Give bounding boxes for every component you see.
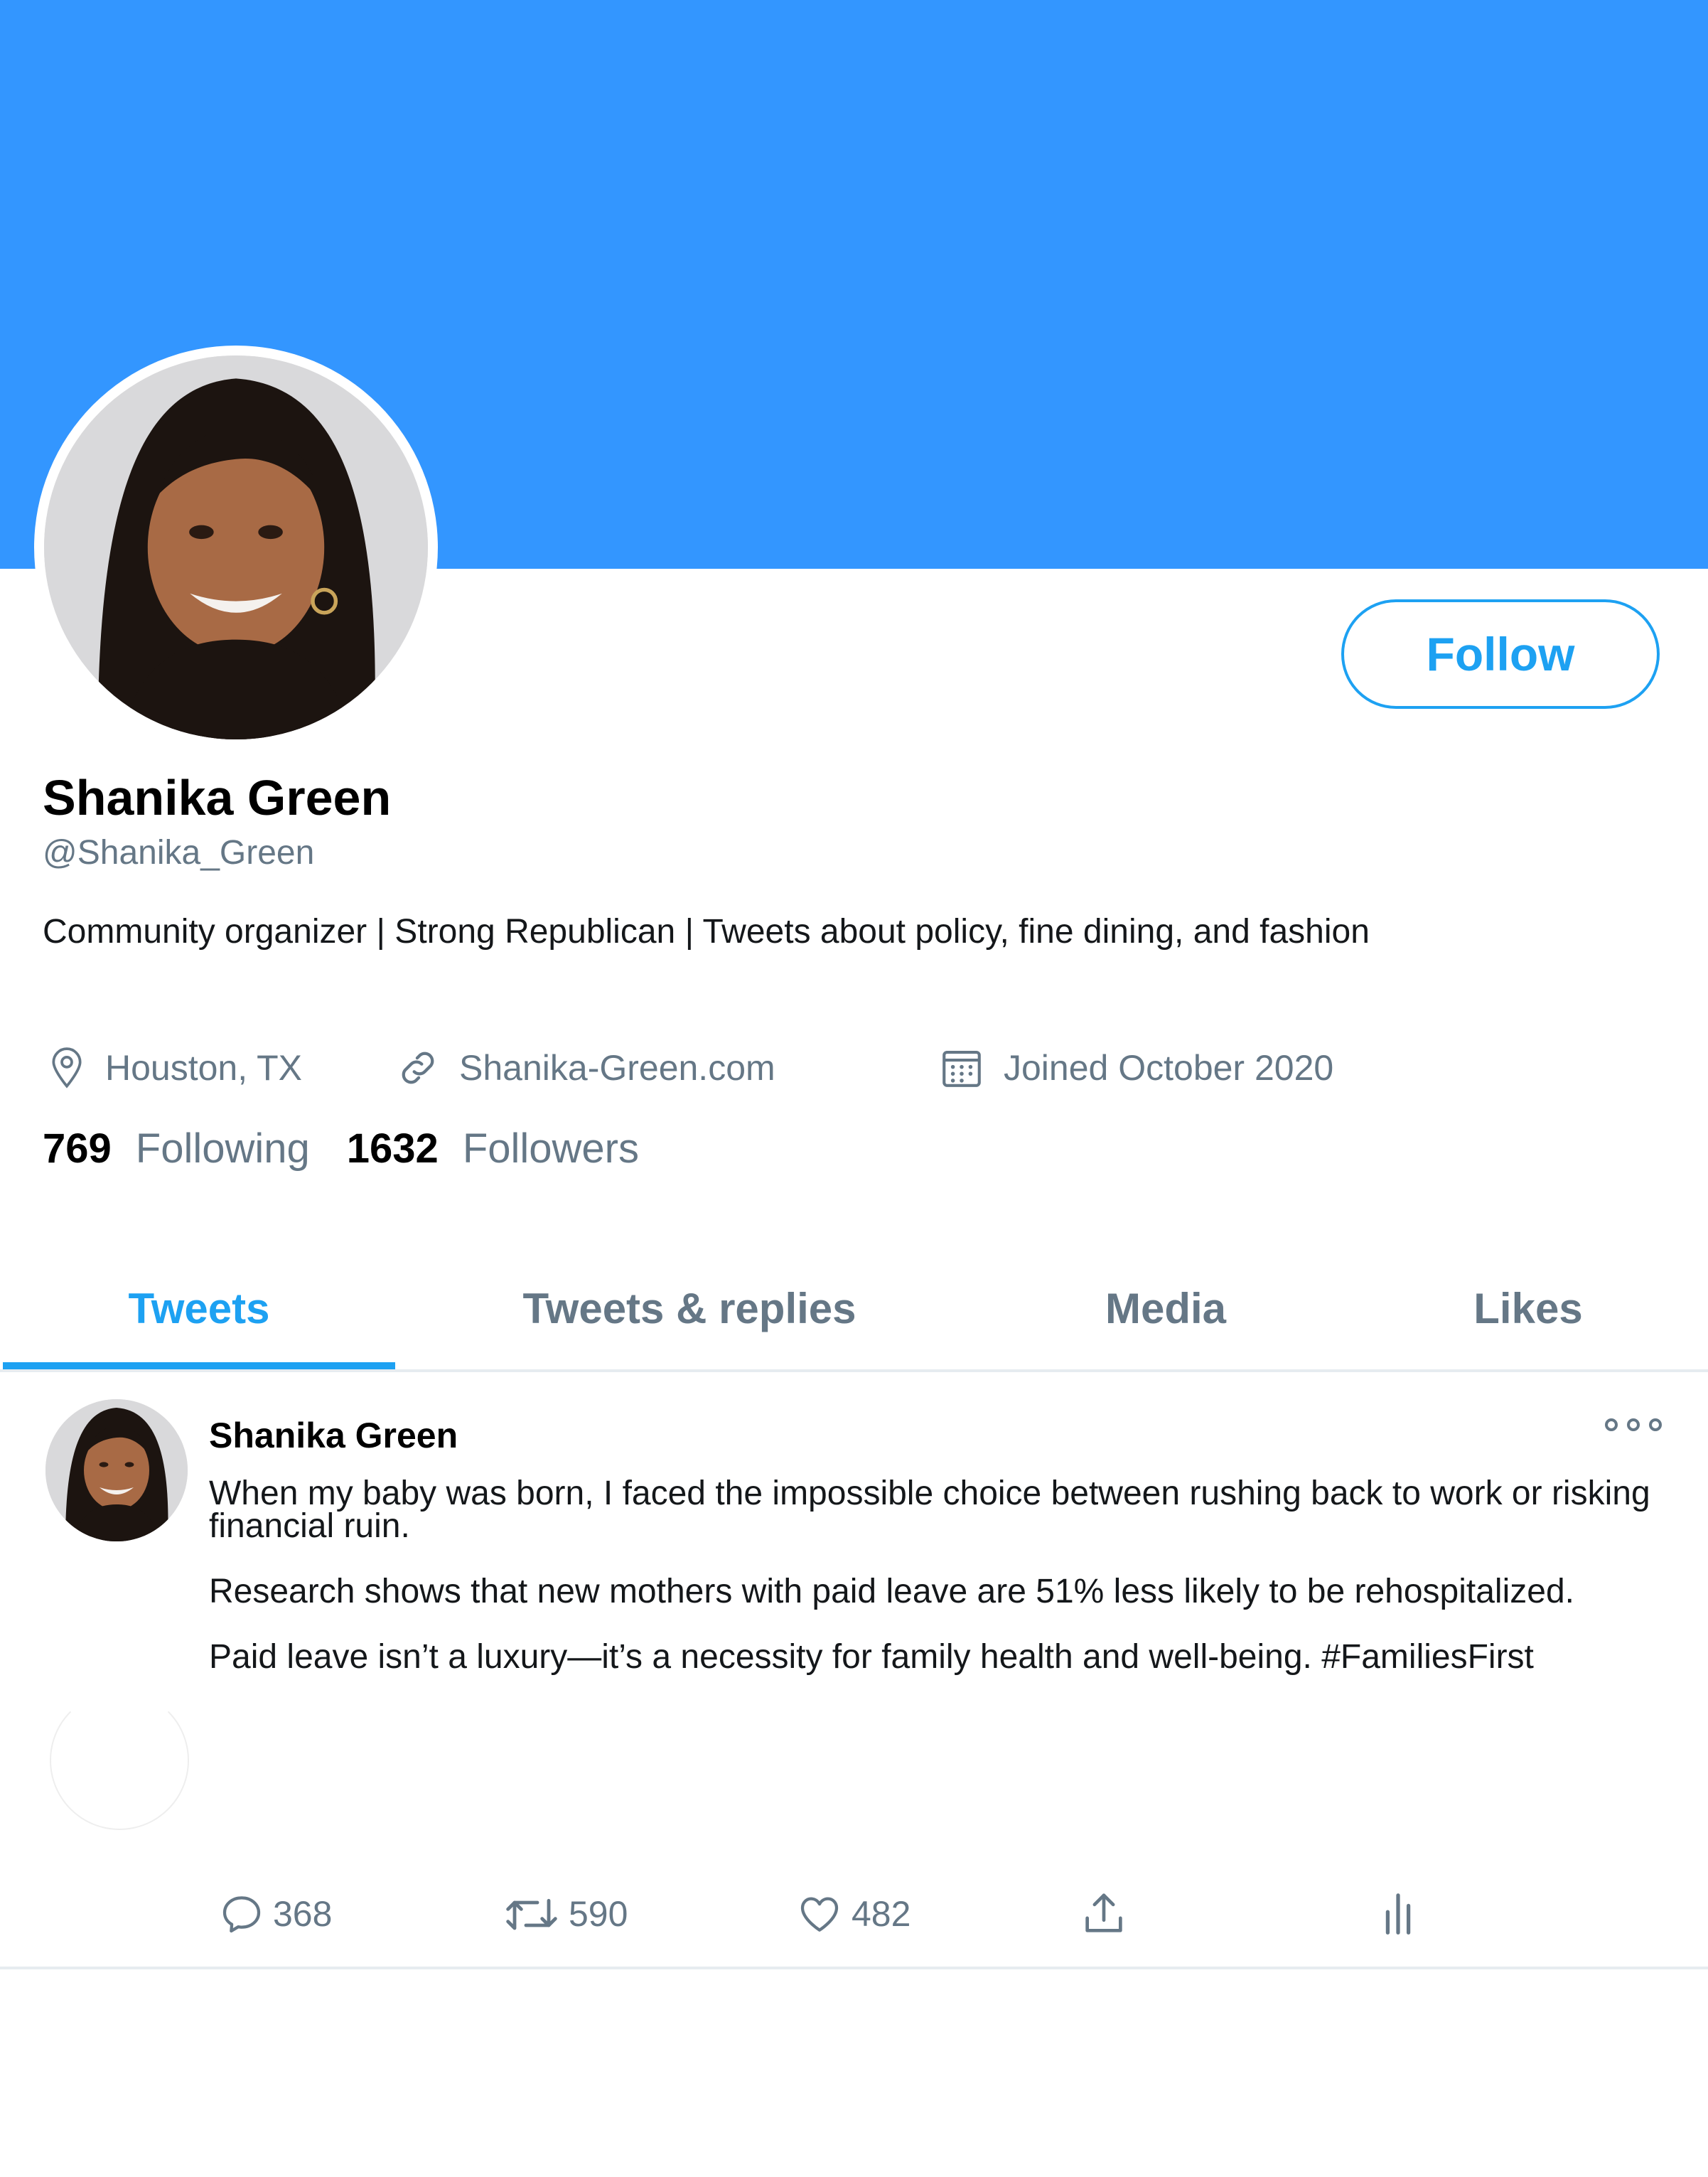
- analytics-button[interactable]: [1380, 1886, 1416, 1942]
- tab-tweets-replies[interactable]: Tweets & replies: [462, 1251, 917, 1365]
- following-count[interactable]: 769: [43, 1125, 112, 1172]
- follow-button[interactable]: Follow: [1341, 599, 1660, 709]
- tweet-divider: [0, 1967, 1708, 1969]
- tweet-paragraph: Research shows that new mothers with pai…: [209, 1573, 1574, 1610]
- tweet-author-name[interactable]: Shanika Green: [209, 1415, 458, 1456]
- tabs-divider: [0, 1369, 1708, 1372]
- link-icon: [395, 1045, 441, 1091]
- more-options-icon[interactable]: [1605, 1411, 1662, 1439]
- profile-bio: Community organizer | Strong Republican …: [43, 913, 1370, 951]
- like-icon: [796, 1891, 843, 1937]
- joined-text: Joined October 2020: [1004, 1048, 1334, 1088]
- like-button[interactable]: 482: [796, 1886, 911, 1942]
- reply-count: 368: [273, 1894, 333, 1934]
- profile-handle: @Shanika_Green: [43, 834, 315, 872]
- website-link[interactable]: Shanika-Green.com: [459, 1047, 775, 1088]
- followers-label[interactable]: Followers: [463, 1125, 639, 1172]
- tweet-author-avatar[interactable]: [45, 1399, 188, 1541]
- retweet-button[interactable]: 590: [503, 1886, 628, 1942]
- profile-avatar[interactable]: [44, 355, 428, 739]
- tab-tweets[interactable]: Tweets: [3, 1251, 395, 1365]
- profile-tabs: Tweets Tweets & replies Media Likes: [0, 1251, 1708, 1369]
- active-tab-indicator: [3, 1362, 395, 1369]
- location-text: Houston, TX: [105, 1048, 303, 1088]
- share-button[interactable]: [1079, 1886, 1129, 1942]
- followers-count[interactable]: 1632: [347, 1125, 439, 1172]
- location-pin-icon: [47, 1046, 87, 1090]
- tab-likes[interactable]: Likes: [1393, 1251, 1663, 1365]
- like-count: 482: [852, 1894, 911, 1934]
- analytics-icon: [1380, 1889, 1416, 1939]
- tweet-paragraph: Paid leave isn’t a luxury—it’s a necessi…: [209, 1638, 1534, 1676]
- profile-joined: Joined October 2020: [938, 1039, 1333, 1096]
- profile-location: Houston, TX: [47, 1039, 302, 1096]
- profile-stats: 769 Following 1632 Followers: [43, 1125, 639, 1172]
- share-icon: [1079, 1889, 1129, 1939]
- retweet-count: 590: [569, 1894, 628, 1934]
- following-label[interactable]: Following: [136, 1125, 310, 1172]
- tweet-text: When my baby was born, I faced the impos…: [209, 1477, 1666, 1706]
- profile-display-name: Shanika Green: [43, 770, 392, 825]
- calendar-icon: [938, 1044, 985, 1091]
- placeholder-circle: [50, 1691, 189, 1830]
- retweet-icon: [503, 1891, 560, 1937]
- reply-icon: [219, 1891, 264, 1937]
- reply-button[interactable]: 368: [219, 1886, 332, 1942]
- profile-website[interactable]: Shanika-Green.com: [395, 1039, 775, 1096]
- tab-media[interactable]: Media: [1024, 1251, 1308, 1365]
- tweet-paragraph: When my baby was born, I faced the impos…: [209, 1475, 1650, 1545]
